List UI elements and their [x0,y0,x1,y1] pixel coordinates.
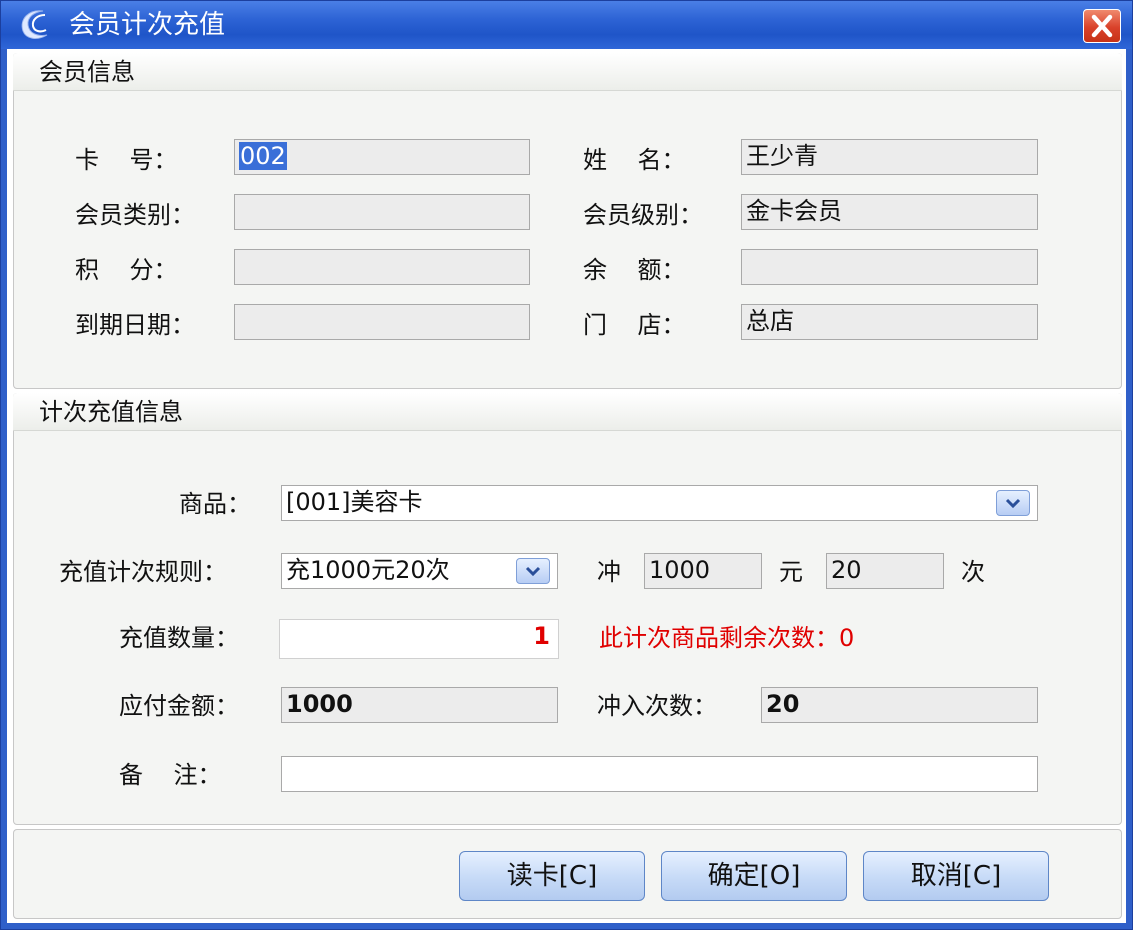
app-logo-icon [21,10,48,39]
charge-label: 冲 [597,558,621,586]
read-card-button[interactable]: 读卡[C] [459,851,645,901]
category-field[interactable] [234,194,530,230]
product-label: 商品： [179,490,251,518]
dialog-body: 会员信息 卡 号： 002 姓 名： 王少青 会员类别： 会员级别： 金卡会员 … [7,49,1126,923]
charge-times-value: 20 [831,556,862,584]
quantity-label: 充值数量： [119,624,239,652]
balance-field[interactable] [741,249,1038,285]
charge-count-field[interactable]: 20 [761,687,1038,723]
recharge-info-title: 计次充值信息 [39,398,183,426]
title-bar[interactable]: 会员计次充值 [1,1,1132,49]
confirm-button[interactable]: 确定[O] [661,851,847,901]
rule-dropdown-button[interactable] [516,558,550,584]
category-label: 会员类别： [75,201,195,229]
recharge-info-header: 计次充值信息 [13,393,1122,431]
dialog-window: 会员计次充值 会员信息 卡 号： 002 姓 名： 王少青 会员类别： 会员级别… [0,0,1133,930]
expiry-label: 到期日期： [75,311,195,339]
charge-amount-value: 1000 [649,556,711,584]
expiry-field[interactable] [234,304,530,340]
rule-value: 充1000元20次 [286,556,450,584]
member-info-title: 会员信息 [39,58,135,86]
chevron-down-icon [1005,498,1021,509]
balance-label: 余 额： [583,256,686,284]
store-label: 门 店： [583,311,686,339]
member-info-group: 会员信息 卡 号： 002 姓 名： 王少青 会员类别： 会员级别： 金卡会员 … [13,53,1122,389]
card-no-field[interactable]: 002 [234,139,530,175]
charge-count-value: 20 [766,690,800,718]
close-button[interactable] [1083,9,1121,43]
product-dropdown-button[interactable] [996,490,1030,516]
level-label: 会员级别： [583,201,703,229]
name-value: 王少青 [746,142,818,170]
quantity-value: 1 [533,622,550,650]
store-value: 总店 [746,307,794,335]
times-label: 次 [961,558,985,586]
name-label: 姓 名： [583,146,686,174]
name-field[interactable]: 王少青 [741,139,1038,175]
rule-select[interactable]: 充1000元20次 [281,553,558,589]
points-field[interactable] [234,249,530,285]
window-title: 会员计次充值 [69,10,226,40]
payable-label: 应付金额： [119,692,239,720]
product-select[interactable]: [001]美容卡 [281,485,1038,521]
payable-value: 1000 [286,690,353,718]
card-no-value: 002 [239,142,287,170]
card-no-label: 卡 号： [75,146,178,174]
yuan-label: 元 [779,558,803,586]
quantity-input[interactable]: 1 [279,619,559,659]
level-value: 金卡会员 [746,197,842,225]
cancel-button[interactable]: 取消[C] [863,851,1049,901]
remaining-count-text: 此计次商品剩余次数：0 [599,624,855,652]
store-field[interactable]: 总店 [741,304,1038,340]
points-label: 积 分： [75,256,178,284]
payable-field[interactable]: 1000 [281,687,558,723]
remark-input[interactable] [281,756,1038,792]
member-info-header: 会员信息 [13,53,1122,91]
rule-label: 充值计次规则： [59,558,227,586]
product-value: [001]美容卡 [286,488,423,516]
charge-amount-field[interactable]: 1000 [644,553,762,589]
recharge-info-group: 计次充值信息 商品： [001]美容卡 充值计次规则： 充1000元20次 冲 … [13,393,1122,825]
chevron-down-icon [525,566,541,577]
level-field[interactable]: 金卡会员 [741,194,1038,230]
charge-times-field[interactable]: 20 [826,553,944,589]
charge-count-label: 冲入次数： [597,692,717,720]
remark-label: 备 注： [119,761,222,789]
close-icon [1091,14,1113,38]
